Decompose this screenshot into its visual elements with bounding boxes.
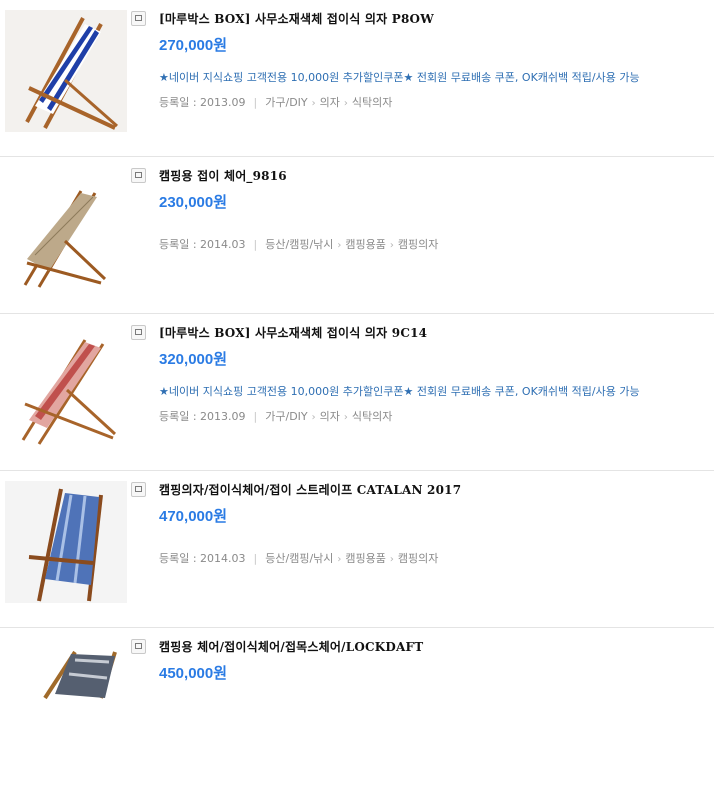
promo-text[interactable]: ★네이버 지식쇼핑 고객전용 10,000원 추가할인쿠폰★ 전회원 무료배송 … [159,69,640,85]
register-date: 등록일 : 2013.09 [159,410,246,423]
product-thumbnail[interactable] [5,10,127,132]
product-thumbnail[interactable] [5,481,127,603]
product-list: [마루박스 BOX] 사무소재색체 접이식 의자 P8OW 270,000원 ★… [0,0,714,785]
list-item: 캠핑용 접이 체어_9816 230,000원 등록일 : 2014.03 | 등산… [0,157,714,314]
product-title[interactable]: 캠핑용 접이 체어_9816 [159,167,287,184]
product-price: 450,000원 [159,665,228,682]
category-link[interactable]: 캠핑의자 [398,552,438,565]
product-price: 470,000원 [159,508,228,525]
category-link[interactable]: 캠핑용품 [345,552,385,565]
category-link[interactable]: 캠핑의자 [398,238,438,251]
category-link[interactable]: 캠핑용품 [345,238,385,251]
product-price: 270,000원 [159,37,228,54]
product-title[interactable]: 캠핑의자/접이식체어/접이 스트레이프 CATALAN 2017 [159,481,461,498]
category-link[interactable]: 가구/DIY [265,96,307,109]
register-date: 등록일 : 2014.03 [159,238,246,251]
category-link[interactable]: 등산/캠핑/낚시 [265,238,333,251]
category-link[interactable]: 등산/캠핑/낚시 [265,552,333,565]
compare-checkbox[interactable] [131,325,146,340]
product-thumbnail[interactable] [5,167,127,289]
product-meta: 등록일 : 2014.03 | 등산/캠핑/낚시 › 캠핑용품 › 캠핑의자 [159,238,439,251]
product-price: 320,000원 [159,351,228,368]
product-meta: 등록일 : 2014.03 | 등산/캠핑/낚시 › 캠핑용품 › 캠핑의자 [159,552,439,565]
compare-checkbox[interactable] [131,168,146,183]
product-price: 230,000원 [159,194,228,211]
category-link[interactable]: 의자 [320,410,340,423]
category-link[interactable]: 식탁의자 [352,96,392,109]
register-date: 등록일 : 2014.03 [159,552,246,565]
compare-checkbox[interactable] [131,482,146,497]
list-item: [마루박스 BOX] 사무소재색체 접이식 의자 9C14 320,000원 ★… [0,314,714,471]
category-link[interactable]: 식탁의자 [352,410,392,423]
product-title[interactable]: [마루박스 BOX] 사무소재색체 접이식 의자 P8OW [159,10,434,27]
product-meta: 등록일 : 2013.09 | 가구/DIY › 의자 › 식탁의자 [159,96,393,109]
product-title[interactable]: 캠핑용 체어/접이식체어/접목스체어/LOCKDAFT [159,638,423,655]
promo-text[interactable]: ★네이버 지식쇼핑 고객전용 10,000원 추가할인쿠폰★ 전회원 무료배송 … [159,383,640,399]
product-title[interactable]: [마루박스 BOX] 사무소재색체 접이식 의자 9C14 [159,324,427,341]
compare-checkbox[interactable] [131,639,146,654]
register-date: 등록일 : 2013.09 [159,96,246,109]
list-item: 캠핑의자/접이식체어/접이 스트레이프 CATALAN 2017 470,000… [0,471,714,628]
compare-checkbox[interactable] [131,11,146,26]
category-link[interactable]: 가구/DIY [265,410,307,423]
category-link[interactable]: 의자 [320,96,340,109]
product-thumbnail[interactable] [5,324,127,446]
product-meta: 등록일 : 2013.09 | 가구/DIY › 의자 › 식탁의자 [159,410,393,423]
product-thumbnail[interactable] [5,638,127,760]
list-item: 캠핑용 체어/접이식체어/접목스체어/LOCKDAFT 450,000원 [0,628,714,785]
list-item: [마루박스 BOX] 사무소재색체 접이식 의자 P8OW 270,000원 ★… [0,0,714,157]
